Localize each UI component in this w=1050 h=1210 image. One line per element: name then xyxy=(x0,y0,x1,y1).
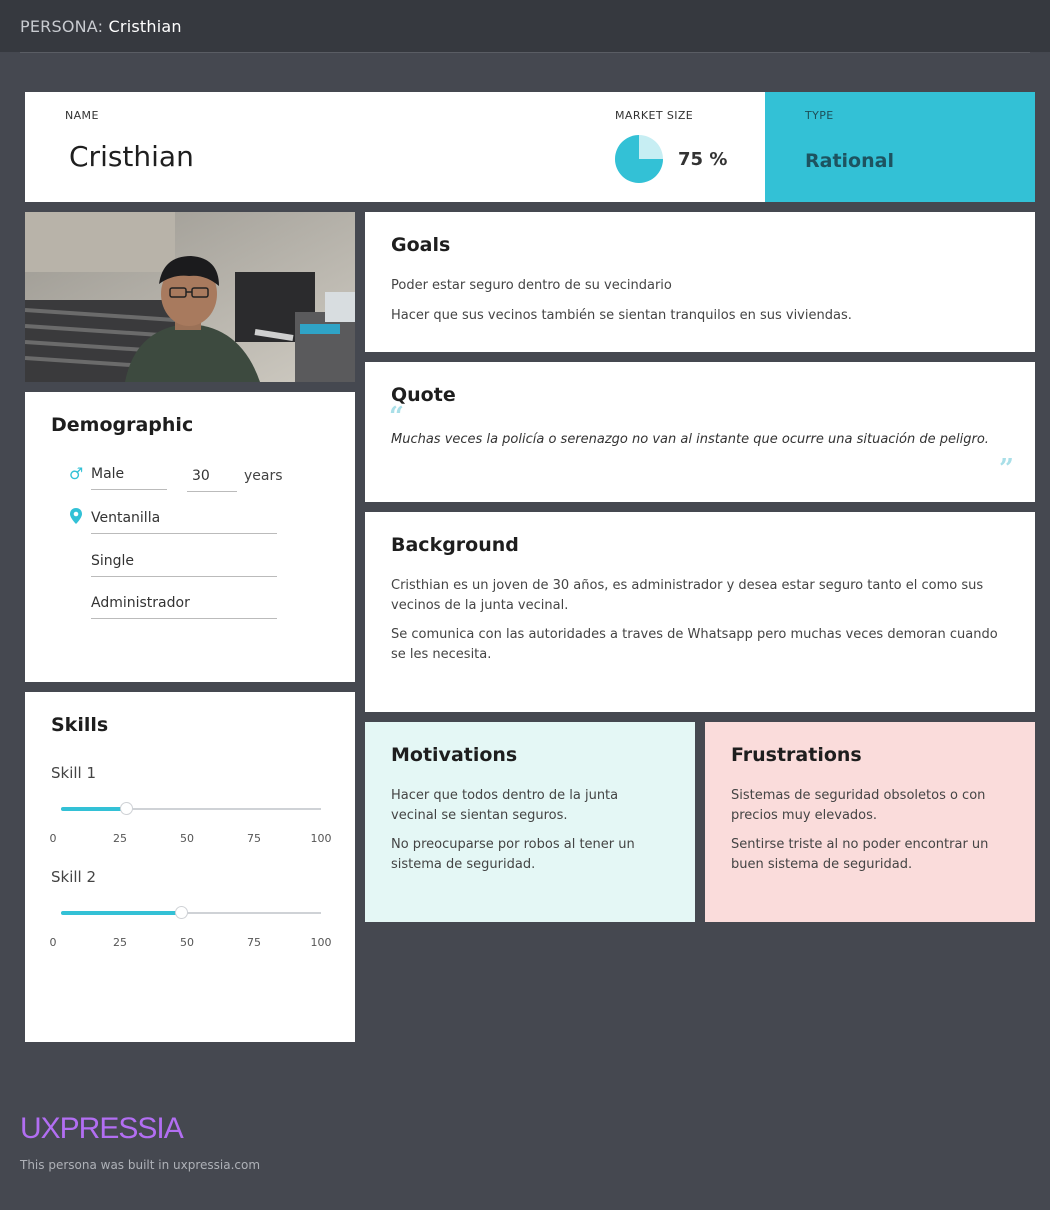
frustration-item[interactable]: Sentirse triste al no poder encontrar un… xyxy=(731,835,1001,875)
skill-label: Skill 2 xyxy=(51,868,97,886)
motivation-item[interactable]: No preocuparse por robos al tener un sis… xyxy=(391,835,661,875)
skill-slider-fill xyxy=(61,807,126,811)
market-size-value[interactable]: 75 % xyxy=(678,149,727,170)
goals-card: Goals Poder estar seguro dentro de su ve… xyxy=(365,212,1035,352)
persona-header-card: NAME Cristhian MARKET SIZE 75 % xyxy=(25,92,765,202)
persona-title-name: Cristhian xyxy=(108,17,182,36)
footer-note: This persona was built in uxpressia.com xyxy=(20,1158,261,1172)
skill-slider-fill xyxy=(61,911,181,915)
location-field[interactable]: Ventanilla xyxy=(91,508,277,534)
persona-title-prefix: PERSONA: xyxy=(20,17,104,36)
motivations-title: Motivations xyxy=(391,744,518,766)
skill-slider-handle[interactable] xyxy=(120,802,133,815)
skills-card: Skills Skill 1 0 25 50 75 100 Skill 2 0 25 50 75 10… xyxy=(25,692,355,1042)
skill-tick-label: 25 xyxy=(113,936,127,949)
skill-slider-handle[interactable] xyxy=(174,906,188,919)
open-quote-icon: “ xyxy=(389,402,404,432)
skill-tick-label: 50 xyxy=(180,936,194,949)
divider xyxy=(20,52,1030,53)
age-field[interactable]: 30 xyxy=(187,466,237,492)
motivations-card: Motivations Hacer que todos dentro de la… xyxy=(365,722,695,922)
skills-title: Skills xyxy=(51,714,109,736)
persona-name[interactable]: Cristhian xyxy=(69,140,194,173)
persona-title: PERSONA: Cristhian xyxy=(20,17,182,36)
skill-tick-label: 0 xyxy=(49,832,57,845)
skill-tick-label: 100 xyxy=(310,936,332,949)
demographic-title: Demographic xyxy=(51,414,194,436)
male-icon: ♂ xyxy=(69,464,84,483)
goal-item[interactable]: Poder estar seguro dentro de su vecindar… xyxy=(391,276,672,296)
goal-item[interactable]: Hacer que sus vecinos también se sientan… xyxy=(391,306,852,326)
skill-tick-label: 50 xyxy=(180,832,194,845)
skill-tick-label: 0 xyxy=(49,936,57,949)
skill-slider-track[interactable] xyxy=(61,906,321,919)
frustration-item[interactable]: Sistemas de seguridad obsoletos o con pr… xyxy=(731,786,1001,826)
type-card: TYPE Rational xyxy=(765,92,1035,202)
frustrations-title: Frustrations xyxy=(731,744,862,766)
gender-field[interactable]: Male xyxy=(91,464,167,490)
demographic-card: Demographic ♂ Male 30 years Ventanilla S… xyxy=(25,392,355,682)
quote-card: Quote “ Muchas veces la policía o serena… xyxy=(365,362,1035,502)
close-quote-icon: ” xyxy=(999,454,1014,484)
background-paragraph[interactable]: Cristhian es un joven de 30 años, es adm… xyxy=(391,576,1016,616)
occupation-field[interactable]: Administrador xyxy=(91,593,277,619)
skill-label: Skill 1 xyxy=(51,764,97,782)
market-size-label: MARKET SIZE xyxy=(615,109,694,122)
quote-text[interactable]: Muchas veces la policía o serenazgo no v… xyxy=(391,432,989,447)
top-bar: PERSONA: Cristhian xyxy=(0,0,1050,52)
skill-tick-label: 75 xyxy=(247,936,261,949)
name-label: NAME xyxy=(65,109,99,122)
uxpressia-logo[interactable]: UXPRESSIA xyxy=(20,1112,184,1146)
background-title: Background xyxy=(391,534,519,556)
motivation-item[interactable]: Hacer que todos dentro de la junta vecin… xyxy=(391,786,651,826)
market-size-pie xyxy=(615,135,663,183)
marital-status-field[interactable]: Single xyxy=(91,551,277,577)
age-unit-label: years xyxy=(244,468,283,484)
persona-photo[interactable] xyxy=(25,212,355,382)
skill-tick-label: 75 xyxy=(247,832,261,845)
background-paragraph[interactable]: Se comunica con las autoridades a traves… xyxy=(391,625,1016,665)
skill-slider-track[interactable] xyxy=(61,802,321,815)
background-card: Background Cristhian es un joven de 30 a… xyxy=(365,512,1035,712)
frustrations-card: Frustrations Sistemas de seguridad obsol… xyxy=(705,722,1035,922)
goals-title: Goals xyxy=(391,234,451,256)
type-label: TYPE xyxy=(805,109,834,122)
type-value[interactable]: Rational xyxy=(805,150,894,172)
skill-tick-label: 100 xyxy=(310,832,332,845)
map-pin-icon xyxy=(69,508,83,528)
skill-tick-label: 25 xyxy=(113,832,127,845)
persona-photo-image xyxy=(25,212,355,382)
